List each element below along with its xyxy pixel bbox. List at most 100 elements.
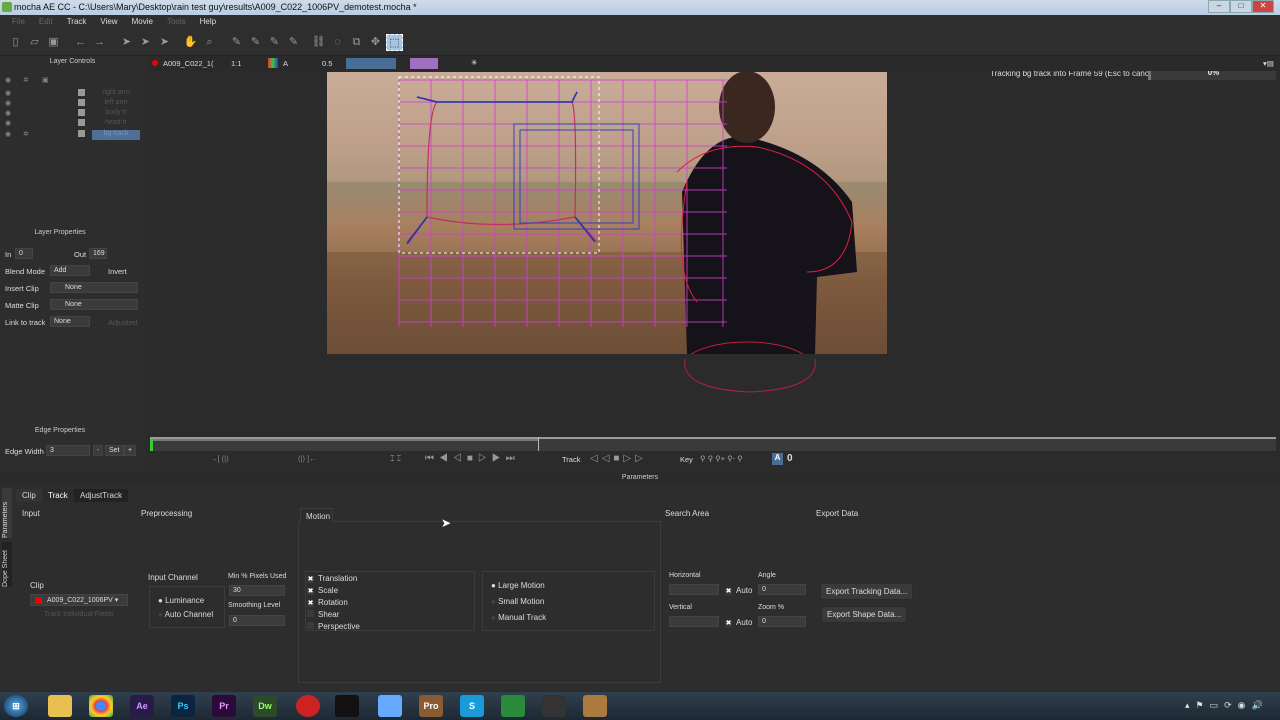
menu-tools[interactable]: Tools [161,15,194,30]
hand-tool-icon[interactable]: ✋ [182,34,199,51]
menu-track[interactable]: Track [61,15,95,30]
transform-icon[interactable]: ⧉ [348,34,365,51]
set-in-icon[interactable]: →[ (|) [210,454,229,463]
maximize-button[interactable]: □ [1230,0,1252,13]
clip-select[interactable]: A009_C022_1( [163,59,213,68]
timeline-slider[interactable] [150,437,1276,451]
export-shape-data-button[interactable]: Export Shape Data... [821,606,908,623]
eye-icon[interactable]: ◉ [5,99,11,107]
side-tab-parameters[interactable]: Parameters [2,488,12,538]
playhead[interactable] [538,437,539,451]
alpha-channel-button[interactable]: A [283,59,288,68]
eye-icon[interactable]: ◉ [5,130,11,138]
zoom-tool-icon[interactable]: ⌕ [201,34,218,51]
tab-track[interactable]: Track [42,489,74,502]
menu-file[interactable]: File [6,15,33,30]
horizontal-input[interactable] [669,584,719,595]
skype-icon[interactable]: S [460,695,484,717]
terminal-icon[interactable] [335,695,359,717]
red-app-icon[interactable] [296,695,320,717]
undo-icon[interactable]: ← [72,34,89,51]
large-motion-radio[interactable]: ● Large Motion [491,581,545,590]
mocha-ae-icon[interactable] [583,695,607,717]
layer-item[interactable]: head tr [92,119,140,129]
system-tray-icons[interactable]: ▴⚑▭⟳◉🔊 [1185,700,1269,711]
open-folder-icon[interactable]: ▱ [26,34,43,51]
tab-adjust-track[interactable]: AdjustTrack [74,489,128,502]
move-icon[interactable]: ✥ [367,34,384,51]
edge-width-input[interactable]: 3 [46,445,90,456]
auto-channel-radio[interactable]: ● Auto Channel [158,610,213,619]
side-tab-dope-sheet[interactable]: Dope Sheet [2,542,12,587]
track-individual-fields-checkbox[interactable]: Track Individual Fields [44,611,113,618]
eye-icon[interactable]: ◉ [5,76,11,84]
view-toggle-icons[interactable] [346,58,396,69]
track-buttons[interactable]: ◁◁■▷▷ [590,453,647,464]
notepad-icon[interactable] [378,695,402,717]
rotation-checkbox[interactable]: ✖ Rotation [307,598,348,607]
file-explorer-icon[interactable] [48,695,72,717]
keyframe-buttons[interactable]: ⚲ ⚲ ⚲+ ⚲- ⚲ [700,454,743,463]
link-to-track-select[interactable]: None [50,316,90,327]
layer-item[interactable]: body tr [92,109,140,119]
add-x-spline-tool-icon[interactable]: ✎ [247,34,264,51]
horizontal-auto-checkbox[interactable]: ✖ Auto [725,586,752,595]
edge-set-button[interactable]: Set [105,445,124,456]
after-effects-icon[interactable]: Ae [130,695,154,717]
x-spline-tool-icon[interactable]: ✎ [228,34,245,51]
perspective-checkbox[interactable]: Perspective [307,622,360,631]
chrome-icon[interactable] [89,695,113,717]
pro-app-icon[interactable]: Pro [419,695,443,717]
scale-checkbox[interactable]: ✖ Scale [307,586,338,595]
video-viewer[interactable] [327,72,887,354]
range-icons[interactable]: ⌶ ⌶ [390,454,401,464]
menu-view[interactable]: View [94,15,125,30]
min-pixels-input[interactable]: 30 [229,585,285,596]
input-clip-select[interactable]: A009_C022_1006PV ▾ [30,594,128,606]
menu-movie[interactable]: Movie [126,15,161,30]
small-motion-radio[interactable]: ● Small Motion [491,597,544,606]
eye-icon[interactable]: ◉ [5,89,11,97]
redo-icon[interactable]: → [91,34,108,51]
surface-tool-icon[interactable]: ⬚ [386,34,403,51]
link-icon[interactable]: ⛓ [310,34,327,51]
circle-tool-icon[interactable]: ◌ [329,34,346,51]
vertical-auto-checkbox[interactable]: ✖ Auto [725,618,752,627]
matte-clip-select[interactable]: None [50,299,138,310]
photoshop-icon[interactable]: Ps [171,695,195,717]
add-point-tool-icon[interactable]: ➤ [156,34,173,51]
brightness-icon[interactable]: ✳ [471,58,477,67]
menu-edit[interactable]: Edit [33,15,61,30]
menu-help[interactable]: Help [194,15,224,30]
luminance-radio[interactable]: ● Luminance [158,596,204,605]
manual-track-radio[interactable]: ● Manual Track [491,613,546,622]
layer-item[interactable]: left arm [92,99,140,109]
save-icon[interactable]: ▣ [45,34,62,51]
layer-item[interactable]: right arm [92,89,140,99]
close-button[interactable]: ✕ [1252,0,1274,13]
eye-icon[interactable]: ◉ [5,119,11,127]
translation-checkbox[interactable]: ✖ Translation [307,574,357,583]
surface-toggle-icon[interactable] [410,58,438,69]
mocha-app-icon[interactable] [542,695,566,717]
auto-key-button[interactable]: A [772,453,783,465]
blend-mode-select[interactable]: Add [50,265,90,276]
tab-clip[interactable]: Clip [16,489,42,502]
minimize-button[interactable]: – [1208,0,1230,13]
out-point-input[interactable]: 169 [89,248,107,259]
opacity-value[interactable]: 0.5 [322,59,332,68]
rgb-channel-icon[interactable] [268,58,278,68]
select-tool-icon[interactable]: ➤ [118,34,135,51]
invert-checkbox[interactable]: Invert [108,267,127,276]
export-tracking-data-button[interactable]: Export Tracking Data... [820,583,914,600]
vertical-input[interactable] [669,616,719,627]
eye-icon[interactable]: ◉ [5,109,11,117]
premiere-icon[interactable]: Pr [212,695,236,717]
start-button[interactable]: ⊞ [4,695,28,717]
add-bezier-tool-icon[interactable]: ✎ [285,34,302,51]
layer-item-selected[interactable]: bg track [92,130,140,140]
edge-plus-button[interactable]: + [124,445,137,456]
dreamweaver-icon[interactable]: Dw [253,695,277,717]
insert-clip-select[interactable]: None [50,282,138,293]
smoothing-level-input[interactable]: 0 [229,615,285,626]
